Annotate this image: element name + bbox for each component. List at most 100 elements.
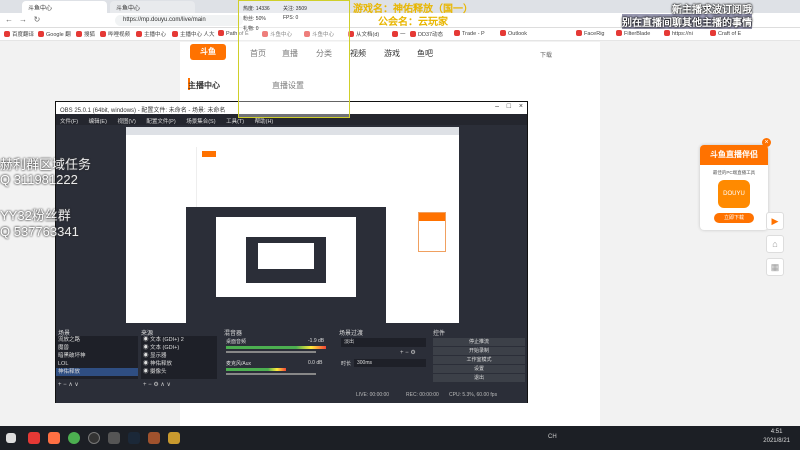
promo-app-icon: DOUYU bbox=[718, 180, 750, 208]
menu-file[interactable]: 文件(F) bbox=[60, 119, 78, 125]
back-icon[interactable]: ← bbox=[4, 15, 14, 24]
source-item[interactable]: ◉ 文本 (GDI+) 2 bbox=[141, 336, 217, 344]
bookmark-item[interactable]: 从文档(d) bbox=[348, 30, 379, 38]
cpu-status: CPU: 5.3%, 60.00 fps bbox=[449, 392, 498, 398]
menu-profile[interactable]: 配置文件(P) bbox=[146, 119, 175, 125]
close-icon[interactable]: × bbox=[762, 138, 771, 147]
transition-select[interactable]: 淡出 bbox=[341, 338, 426, 347]
bookmark-icon bbox=[454, 30, 460, 36]
bookmark-label: Trade - P bbox=[462, 31, 485, 37]
url-input[interactable]: https://mp.douyu.com/live/main bbox=[115, 15, 243, 26]
play-icon[interactable]: ▶ bbox=[766, 212, 784, 230]
system-clock[interactable]: 4:51 2021/8/21 bbox=[763, 428, 790, 446]
forward-icon[interactable]: → bbox=[18, 15, 28, 24]
preview-promo bbox=[418, 212, 446, 252]
bookmark-item[interactable]: 一 bbox=[392, 30, 406, 38]
bookmark-label: Outlook bbox=[508, 31, 527, 37]
input-language[interactable]: CH bbox=[548, 434, 557, 440]
bookmark-item[interactable]: Google 翻 bbox=[38, 30, 71, 38]
bookmark-item[interactable]: https://ni bbox=[664, 30, 693, 37]
source-label: 神佑释放 bbox=[150, 361, 173, 367]
bookmark-label: FaceRig bbox=[584, 31, 605, 37]
steam-icon[interactable] bbox=[128, 432, 140, 444]
scene-item[interactable]: LOL bbox=[56, 360, 138, 368]
guild-name-overlay: 公会名：云玩家 bbox=[378, 17, 448, 28]
nav-games[interactable]: 游戏 bbox=[384, 48, 400, 59]
add-source-button[interactable]: + − ⚙ ∧ ∨ bbox=[143, 381, 171, 388]
source-item[interactable]: ◉ 显示器 bbox=[141, 352, 217, 360]
nav-video[interactable]: 视频 bbox=[350, 48, 366, 59]
app-icon[interactable] bbox=[108, 432, 120, 444]
download-link[interactable]: 下载 bbox=[540, 50, 552, 59]
bookmark-item[interactable]: 主播中心 bbox=[136, 30, 166, 38]
menu-scene-collection[interactable]: 场景集合(S) bbox=[186, 119, 215, 125]
source-item[interactable]: ◉ 摄像头 bbox=[141, 368, 217, 376]
scene-item[interactable]: 暗黑破坏神 bbox=[56, 352, 138, 360]
bookmark-item[interactable]: FilterBlade bbox=[616, 30, 650, 37]
obs-dock-area: 场景 流放之路 魔兽 暗黑破坏神 LOL 神佑释放 + − ∧ ∨ 来源 ◉ 文… bbox=[56, 328, 527, 403]
minimize-icon[interactable]: – bbox=[495, 103, 499, 110]
controls-dock-title: 控件 bbox=[433, 331, 446, 337]
start-icon[interactable] bbox=[6, 433, 16, 443]
chrome-icon[interactable] bbox=[68, 432, 80, 444]
preview-promo-head bbox=[419, 213, 445, 221]
add-transition-button[interactable]: + − ⚙ bbox=[400, 349, 416, 356]
app-icon[interactable] bbox=[148, 432, 160, 444]
scene-item[interactable]: 流放之路 bbox=[56, 336, 138, 344]
stop-streaming-button[interactable]: 停止推流 bbox=[433, 338, 525, 346]
duration-input[interactable]: 300ms bbox=[354, 359, 426, 367]
browser-tab-2[interactable]: 斗鱼中心 bbox=[110, 1, 195, 13]
source-item[interactable]: ◉ 神佑释放 bbox=[141, 360, 217, 368]
promo-download-button[interactable]: 立即下载 bbox=[714, 213, 754, 223]
source-item[interactable]: ◉ 文本 (GDI+) bbox=[141, 344, 217, 352]
bookmark-item[interactable]: 搜狐 bbox=[76, 30, 95, 38]
studio-mode-button[interactable]: 工作室模式 bbox=[433, 356, 525, 364]
bookmark-item[interactable]: FaceRig bbox=[576, 30, 604, 37]
bookmark-item[interactable]: 哔哩视频 bbox=[100, 30, 130, 38]
douyu-logo[interactable]: 斗鱼 bbox=[190, 44, 226, 60]
scene-item-selected[interactable]: 神佑释放 bbox=[56, 368, 138, 376]
nav-fishbar[interactable]: 鱼吧 bbox=[417, 48, 433, 59]
danmu-message: 别在直播间聊其他主播的事情 bbox=[622, 14, 752, 29]
bookmark-item[interactable]: Outlook bbox=[500, 30, 527, 37]
menu-tools[interactable]: 工具(T) bbox=[226, 119, 244, 125]
bookmark-item[interactable]: 主播中心 人大 bbox=[172, 30, 215, 38]
qr-icon[interactable]: ▦ bbox=[766, 258, 784, 276]
close-icon[interactable]: × bbox=[519, 103, 523, 110]
volume-slider[interactable] bbox=[226, 351, 316, 353]
bookmark-item[interactable]: DD37动态 bbox=[410, 30, 443, 38]
preview-nested-obs bbox=[246, 237, 326, 283]
overlay-text: 赫利群区域任务 bbox=[0, 157, 92, 172]
duration-label: 时长 bbox=[341, 361, 352, 367]
menu-view[interactable]: 视图(V) bbox=[117, 119, 135, 125]
obs-icon[interactable] bbox=[88, 432, 100, 444]
app-icon[interactable] bbox=[48, 432, 60, 444]
bookmark-item[interactable]: 百度翻译 bbox=[4, 30, 34, 38]
preview-logo bbox=[202, 151, 216, 157]
home-icon[interactable]: ⌂ bbox=[766, 235, 784, 253]
app-icon[interactable] bbox=[28, 432, 40, 444]
scene-item[interactable]: 魔兽 bbox=[56, 344, 138, 352]
app-icon[interactable] bbox=[168, 432, 180, 444]
bookmark-icon bbox=[136, 31, 142, 37]
maximize-icon[interactable]: □ bbox=[507, 103, 511, 110]
bookmark-icon bbox=[76, 31, 82, 37]
obs-preview-canvas[interactable] bbox=[126, 127, 459, 323]
bookmark-item[interactable]: Craft of E bbox=[710, 30, 741, 37]
mixer-track-name: 桌面音频 bbox=[226, 339, 247, 345]
browser-tab-1[interactable]: 斗鱼中心 bbox=[22, 1, 107, 13]
promo-heading: 斗鱼直播伴侣 bbox=[700, 145, 768, 165]
menu-help[interactable]: 帮助(H) bbox=[255, 119, 274, 125]
obs-window: OBS 25.0.1 (64bit, windows) - 配置文件: 未命名 … bbox=[55, 101, 528, 403]
bookmark-item[interactable]: Trade - P bbox=[454, 30, 485, 37]
sidebar-heading[interactable]: 主播中心 bbox=[188, 80, 220, 91]
menu-edit[interactable]: 编辑(E) bbox=[89, 119, 107, 125]
bookmark-label: https://ni bbox=[672, 31, 693, 37]
add-scene-button[interactable]: + − ∧ ∨ bbox=[58, 381, 79, 388]
volume-slider[interactable] bbox=[226, 373, 316, 375]
settings-button[interactable]: 设置 bbox=[433, 365, 525, 373]
start-recording-button[interactable]: 开始录制 bbox=[433, 347, 525, 355]
exit-button[interactable]: 退出 bbox=[433, 374, 525, 382]
refresh-icon[interactable]: ↻ bbox=[32, 15, 42, 24]
bookmark-label: 哔哩视频 bbox=[108, 32, 131, 38]
